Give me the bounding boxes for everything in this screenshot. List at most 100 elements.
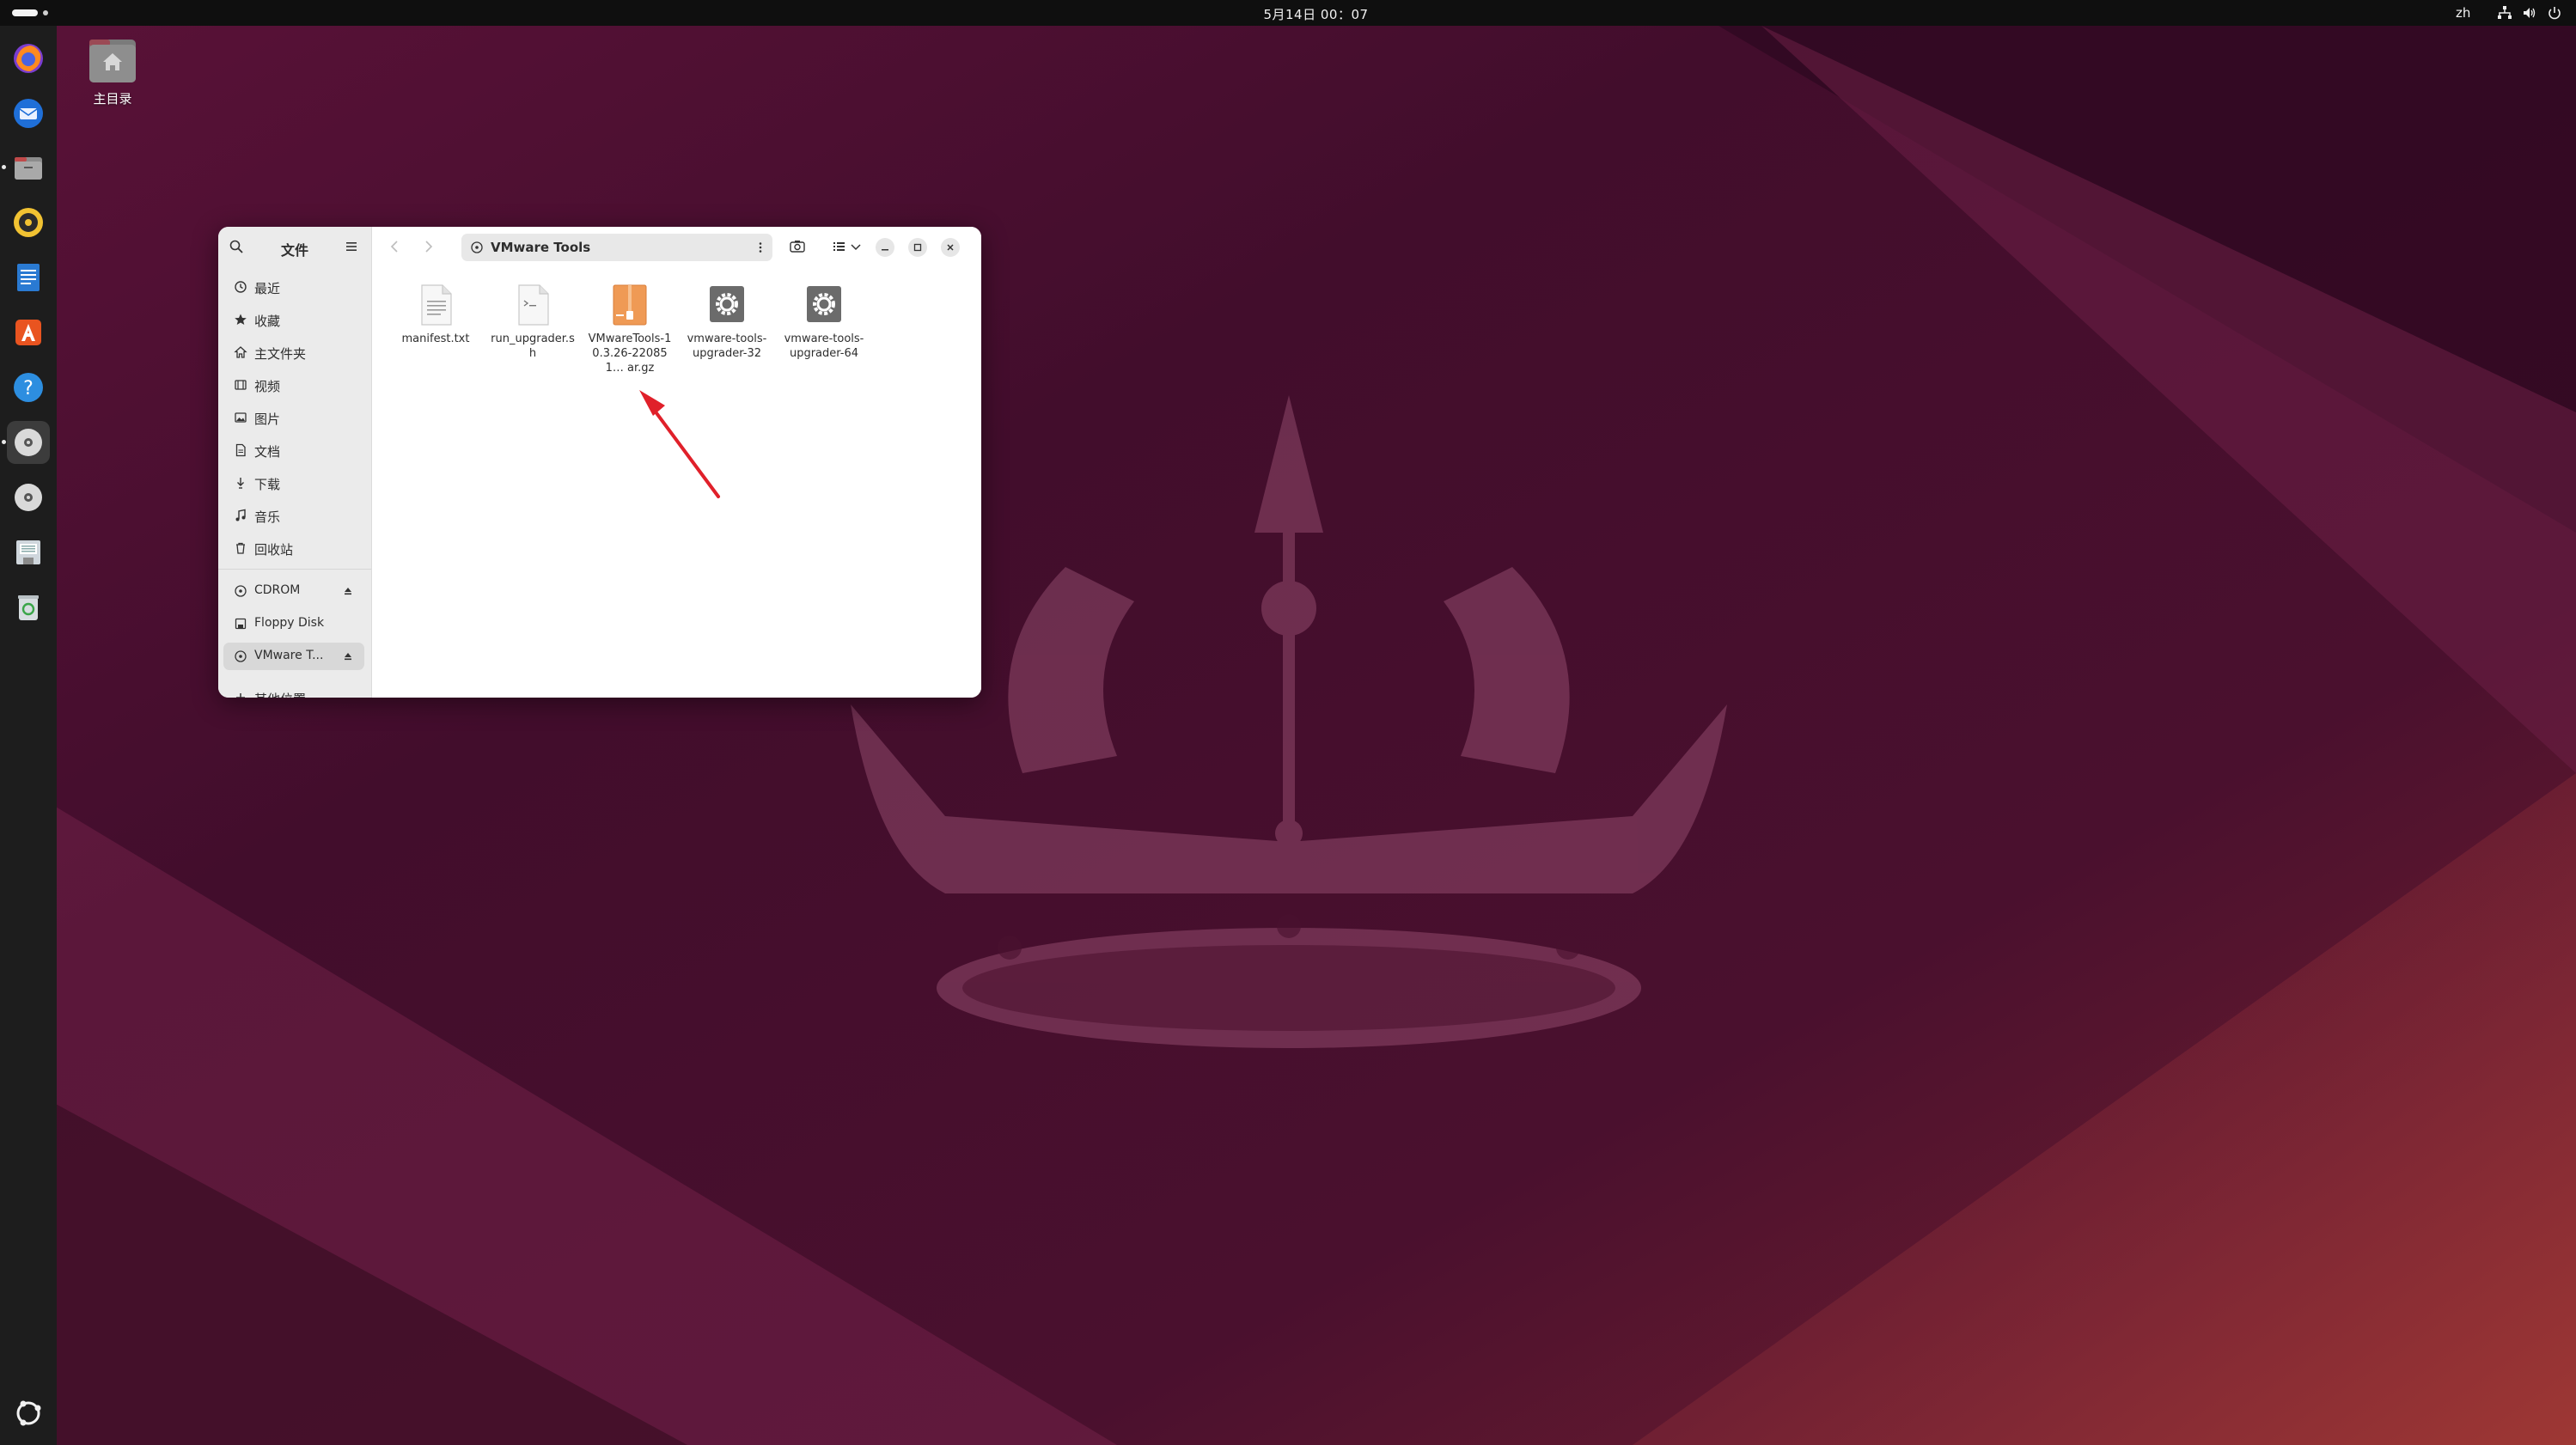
desktop-home-label: 主目录	[93, 91, 132, 107]
sidebar-divider	[218, 569, 371, 570]
file-name: VMwareTools-10.3.26-220851… ar.gz	[588, 332, 672, 375]
sidebar-item-label: 音乐	[254, 509, 281, 525]
minimize-icon	[882, 249, 888, 251]
sidebar-item-recent[interactable]: 最近	[223, 273, 364, 301]
text-file-icon	[421, 284, 452, 326]
file-manager-window: 文件 最近 收藏 主文件夹 视频 图片 文档 下载 音乐 回收站 CDROM F…	[218, 227, 981, 698]
plus-icon	[236, 693, 245, 698]
executable-gear-icon	[710, 286, 744, 322]
image-icon	[235, 412, 247, 423]
dock-files[interactable]	[2, 146, 50, 189]
clock[interactable]: 5月14日 00：07	[0, 5, 2576, 23]
sidebar-item-music[interactable]: 音乐	[223, 502, 364, 529]
document-icon	[235, 443, 246, 457]
running-indicator	[2, 440, 6, 444]
eject-icon[interactable]	[342, 650, 354, 662]
video-icon	[235, 380, 247, 390]
dock-thunderbird[interactable]	[7, 91, 50, 134]
sidebar-item-downloads[interactable]: 下载	[223, 469, 364, 497]
desktop-home-folder[interactable]: 主目录	[81, 36, 144, 107]
file-item[interactable]: manifest.txt	[393, 284, 479, 346]
disc-icon	[235, 650, 247, 662]
back-icon[interactable]	[386, 237, 405, 256]
desktop-wallpaper	[0, 0, 2576, 1445]
dock-vmware-tools-disc[interactable]	[7, 476, 50, 519]
sidebar-item-label: VMware T...	[254, 649, 324, 662]
file-name: vmware-tools-upgrader-32	[687, 332, 767, 360]
path-bar[interactable]: VMware Tools	[461, 234, 772, 261]
close-button[interactable]	[941, 238, 960, 257]
executable-gear-icon	[807, 286, 841, 322]
app-center-icon	[15, 320, 41, 345]
list-view-icon[interactable]	[829, 237, 848, 256]
sidebar-item-label: 图片	[254, 412, 281, 427]
sidebar-item-documents[interactable]: 文档	[223, 436, 364, 464]
close-icon	[947, 244, 954, 251]
sidebar-item-label: 收藏	[254, 314, 281, 329]
minimize-button[interactable]	[876, 238, 894, 257]
camera-search-icon[interactable]	[788, 237, 807, 256]
music-icon	[235, 509, 246, 521]
sidebar-item-cdrom[interactable]: CDROM	[223, 577, 364, 605]
dock-firefox[interactable]	[7, 36, 50, 79]
file-item[interactable]: vmware-tools-upgrader-64	[781, 284, 867, 361]
dock-app-center[interactable]	[7, 311, 50, 354]
path-location: VMware Tools	[491, 240, 591, 255]
trash-icon	[18, 595, 39, 620]
thunderbird-icon	[14, 99, 43, 128]
sidebar-item-starred[interactable]: 收藏	[223, 306, 364, 333]
more-options-icon[interactable]	[754, 241, 767, 254]
trash-icon	[236, 542, 245, 554]
floppy-drive-icon	[16, 540, 40, 564]
sidebar-item-label: 下载	[254, 477, 281, 492]
download-icon	[237, 478, 244, 489]
input-method-indicator[interactable]: zh	[2456, 5, 2470, 21]
maximize-icon	[913, 243, 922, 252]
sidebar-item-home[interactable]: 主文件夹	[223, 338, 364, 366]
file-name: manifest.txt	[401, 332, 470, 345]
files-icon	[15, 157, 42, 180]
svg-text:?: ?	[23, 378, 34, 399]
forward-icon[interactable]	[418, 237, 437, 256]
header-bar: VMware Tools	[372, 227, 981, 266]
sidebar-item-label: 回收站	[254, 542, 294, 558]
help-icon: ?	[14, 373, 43, 402]
home-icon	[234, 346, 247, 358]
dock-floppy[interactable]	[7, 531, 50, 574]
sidebar-item-trash[interactable]: 回收站	[223, 534, 364, 562]
chevron-down-icon[interactable]	[846, 237, 865, 256]
sidebar-item-label: 主文件夹	[254, 346, 307, 362]
dock: ?	[0, 26, 57, 1445]
file-item[interactable]: vmware-tools-upgrader-32	[684, 284, 770, 361]
file-item[interactable]: VMwareTools-10.3.26-220851… ar.gz	[587, 284, 673, 375]
dock-show-apps[interactable]	[7, 1392, 50, 1435]
sidebar-item-label: 视频	[254, 379, 281, 394]
vmware-tools-disc-icon	[15, 484, 42, 511]
dock-rhythmbox[interactable]	[7, 201, 50, 244]
libreoffice-writer-icon	[17, 264, 40, 291]
cdrom-disc-icon	[15, 429, 42, 456]
dock-trash[interactable]	[7, 586, 50, 629]
dock-help[interactable]: ?	[7, 366, 50, 409]
sidebar-item-other-locations[interactable]: 其他位置	[223, 684, 364, 698]
top-bar: 5月14日 00：07 zh	[0, 0, 2576, 26]
script-file-icon	[518, 284, 549, 326]
sidebar-item-label: Floppy Disk	[254, 616, 325, 630]
file-item[interactable]: run_upgrader.sh	[490, 284, 576, 361]
maximize-button[interactable]	[908, 238, 927, 257]
volume-icon[interactable]	[2522, 5, 2537, 21]
eject-icon[interactable]	[342, 585, 354, 597]
dock-cdrom[interactable]	[2, 421, 50, 464]
disc-icon	[471, 241, 483, 253]
sidebar-item-label: 其他位置	[254, 690, 306, 698]
hamburger-menu-icon[interactable]	[344, 239, 359, 254]
power-icon[interactable]	[2547, 5, 2562, 21]
star-icon	[235, 314, 247, 325]
sidebar-item-pictures[interactable]: 图片	[223, 404, 364, 431]
sidebar-item-videos[interactable]: 视频	[223, 371, 364, 399]
sidebar-item-floppy-disk[interactable]: Floppy Disk	[223, 610, 364, 637]
network-icon[interactable]	[2497, 5, 2512, 21]
dock-libreoffice-writer[interactable]	[7, 256, 50, 299]
file-name: run_upgrader.sh	[491, 332, 575, 360]
sidebar-item-vmware-tools[interactable]: VMware T...	[223, 643, 364, 670]
